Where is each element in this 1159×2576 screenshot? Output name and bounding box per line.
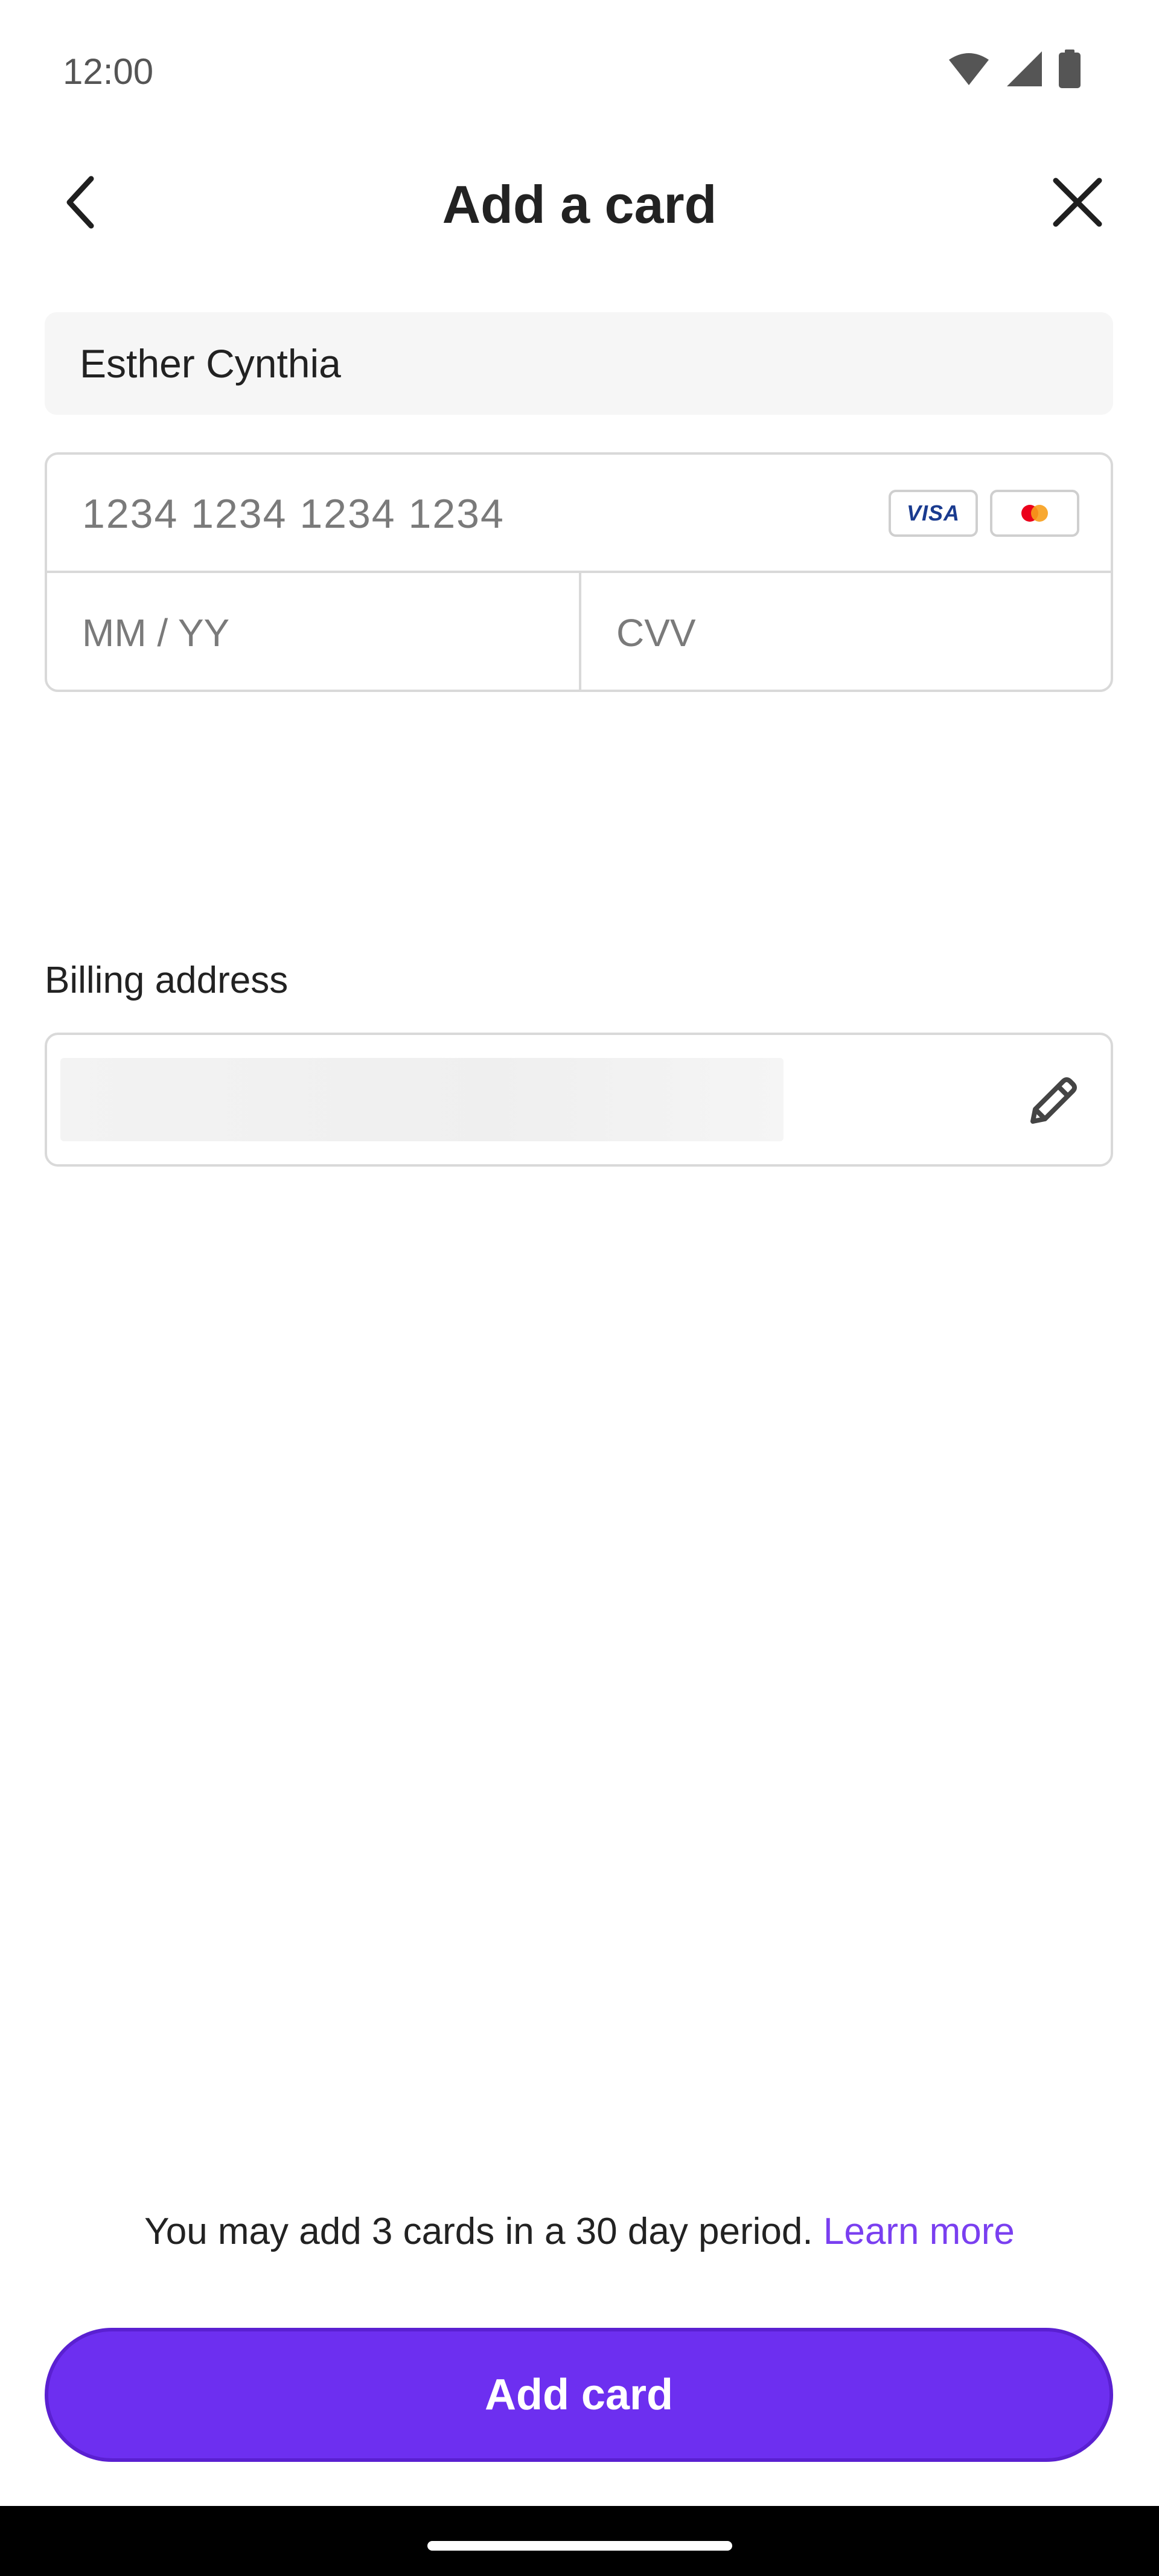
close-button[interactable] [1044, 169, 1111, 235]
card-number-field[interactable]: 1234 1234 1234 1234 VISA [47, 455, 1111, 573]
mastercard-logo-icon [990, 490, 1079, 537]
battery-icon [1059, 50, 1081, 88]
card-brand-badges: VISA [889, 490, 1079, 537]
status-bar: 12:00 [0, 0, 1159, 139]
billing-address-field[interactable] [45, 1033, 1113, 1167]
expiry-field[interactable]: MM / YY [47, 573, 581, 690]
edit-billing-button[interactable] [1017, 1066, 1088, 1138]
visa-logo-icon: VISA [889, 490, 978, 537]
home-indicator[interactable] [427, 2541, 732, 2551]
card-number-placeholder: 1234 1234 1234 1234 [82, 491, 505, 537]
add-card-screen: 12:00 Add a card Esther Cynthia 1234 123… [0, 0, 1159, 2576]
mastercard-circles [1021, 505, 1048, 522]
wifi-icon [949, 53, 989, 85]
page-title: Add a card [442, 175, 717, 234]
visa-label: VISA [906, 501, 960, 525]
cellular-signal-icon [1007, 51, 1042, 86]
header: Add a card [0, 151, 1159, 254]
add-card-button[interactable]: Add card [45, 2328, 1113, 2462]
learn-more-link[interactable]: Learn more [823, 2211, 1015, 2252]
card-details-group: 1234 1234 1234 1234 VISA MM / YY CVV [45, 452, 1113, 692]
status-icons [948, 50, 1081, 88]
card-limit-notice: You may add 3 cards in a 30 day period. … [0, 2210, 1159, 2253]
cardholder-name-field[interactable]: Esther Cynthia [45, 312, 1113, 415]
cvv-field[interactable]: CVV [581, 573, 1111, 690]
card-limit-text: You may add 3 cards in a 30 day period. [144, 2211, 813, 2252]
pencil-icon [1030, 1077, 1077, 1124]
billing-address-value-placeholder [60, 1058, 784, 1141]
billing-address-label: Billing address [45, 960, 289, 1001]
close-icon [1053, 178, 1102, 227]
status-time: 12:00 [63, 51, 154, 92]
